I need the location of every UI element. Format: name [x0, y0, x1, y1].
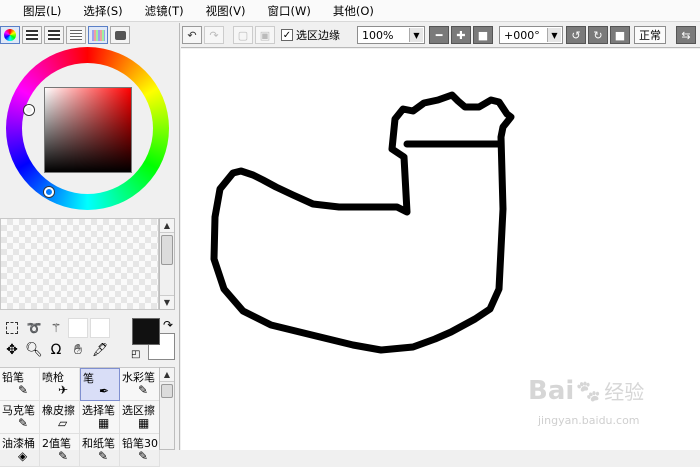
scroll-down-icon[interactable]: ▼ — [160, 295, 174, 309]
scroll-up-icon[interactable]: ▲ — [160, 219, 174, 233]
palette-tab[interactable] — [110, 26, 130, 44]
scroll-up-icon[interactable]: ▲ — [160, 368, 174, 382]
menu-layer[interactable]: 图层(L) — [23, 3, 61, 19]
color-wheel[interactable] — [6, 47, 169, 210]
scratch-scrollbar[interactable]: ▲ ▼ — [159, 218, 175, 310]
blend-mode-button[interactable]: 正常 — [634, 26, 666, 44]
baidu-watermark: Bai🐾︎ 经验 jingyan.baidu.com — [528, 372, 693, 432]
rgb-sliders-tab[interactable] — [22, 26, 42, 44]
brush-item[interactable]: 和纸笔 ✎ — [80, 434, 120, 467]
brush-icon: ◈ — [18, 449, 28, 463]
brush-item[interactable]: 铅笔 ✎ — [0, 368, 40, 401]
marquee-icon[interactable] — [2, 318, 22, 338]
color-panel-tabs — [0, 26, 130, 48]
swap-colors-icon[interactable]: ↷ — [163, 318, 173, 332]
eyedropper-icon[interactable]: 🖋︎ — [90, 340, 110, 360]
rotation-select[interactable]: +000° ▼ — [499, 26, 563, 44]
hand-icon[interactable]: ✋︎ — [68, 340, 88, 360]
swatches-icon — [91, 29, 105, 41]
color-wheel-tab[interactable] — [0, 26, 20, 44]
invert-selection-button[interactable]: ▣ — [255, 26, 275, 44]
scroll-thumb[interactable] — [161, 235, 173, 265]
chevron-down-icon: ▼ — [409, 28, 423, 42]
brush-item[interactable]: 2值笔 ✎ — [40, 434, 80, 467]
rgb-sliders-icon — [26, 30, 38, 40]
rotate-icon[interactable]: Ω — [46, 340, 66, 360]
swatches-tab[interactable] — [88, 26, 108, 44]
watermark-url: jingyan.baidu.com — [538, 414, 640, 427]
brush-icon: ✎ — [138, 383, 149, 397]
brush-item[interactable]: 橡皮擦 ▱ — [40, 401, 80, 434]
foreground-color[interactable] — [132, 318, 160, 345]
zoom-icon[interactable]: 🔍︎ — [24, 340, 44, 360]
brush-item[interactable]: 选区擦 ▦ — [120, 401, 160, 434]
brush-item[interactable]: 笔 ✒ — [80, 368, 120, 401]
menu-other[interactable]: 其他(O) — [333, 3, 374, 19]
canvas-toolbar: ↶ ↷ ▢ ▣ ✓ 选区边缘 100% ▼ ━ ✚ ■ +000° ▼ ↺ ↻ … — [181, 23, 700, 48]
brush-scrollbar[interactable]: ▲ — [159, 367, 175, 450]
brush-item[interactable]: 喷枪 ✈ — [40, 368, 80, 401]
baidu-logo: Bai🐾︎ 经验 — [528, 376, 645, 406]
lasso-icon[interactable]: ➰ — [24, 318, 44, 338]
color-wheel-icon — [4, 29, 16, 41]
brush-item[interactable]: 水彩笔 ✎ — [120, 368, 160, 401]
selection-edge-checkbox[interactable]: ✓ — [281, 29, 293, 41]
scratch-tab[interactable] — [66, 26, 86, 44]
move-icon[interactable]: ✥ — [2, 340, 22, 360]
zoom-reset-button[interactable]: ■ — [473, 26, 493, 44]
brush-tool-list: 铅笔 ✎ 喷枪 ✈ 笔 ✒ 水彩笔 ✎ 马克笔 ✎ 橡皮擦 ▱ 选择笔 ▦ 选区擦 ▦ 油漆桶 ◈ 2值笔 ✎ 和纸笔 ✎… — [0, 367, 160, 467]
scratch-pad[interactable] — [0, 218, 159, 310]
brush-icon: ▱ — [58, 416, 68, 430]
brush-icon: ✎ — [18, 383, 29, 397]
selection-edge-label: 选区边缘 — [296, 29, 340, 42]
menu-view[interactable]: 视图(V) — [206, 3, 246, 19]
brush-label: 笔 — [83, 372, 94, 385]
brush-icon: ✎ — [58, 449, 69, 463]
menu-bar: 图层(L) 选择(S) 滤镜(T) 视图(V) 窗口(W) 其他(O) — [0, 0, 700, 22]
menu-select[interactable]: 选择(S) — [83, 3, 122, 19]
brush-item[interactable]: 铅笔30 ✎ — [120, 434, 160, 467]
brush-item[interactable]: 油漆桶 ◈ — [0, 434, 40, 467]
brush-item[interactable]: 马克笔 ✎ — [0, 401, 40, 434]
drawn-stroke — [210, 91, 515, 354]
zoom-in-button[interactable]: ✚ — [451, 26, 471, 44]
zoom-out-button[interactable]: ━ — [429, 26, 449, 44]
chevron-down-icon: ▼ — [547, 28, 561, 42]
scroll-thumb[interactable] — [161, 384, 173, 398]
menu-filter[interactable]: 滤镜(T) — [145, 3, 184, 19]
sv-marker[interactable] — [44, 187, 54, 197]
palette-icon — [114, 30, 126, 40]
paw-icon: 🐾︎ — [574, 380, 603, 405]
hsv-sliders-icon — [48, 30, 60, 40]
scratch-icon — [70, 30, 82, 40]
magic-wand-icon[interactable]: ⚚ — [46, 318, 66, 338]
left-panel: ▲ ▼ ➰ ⚚ ✥ 🔍︎ Ω ✋︎ 🖋︎ ↷ ◰ 铅笔 ✎ 喷枪 ✈ 笔 ✒ 水彩笔 ✎ 马克笔… — [0, 23, 180, 467]
brush-item[interactable]: 选择笔 ▦ — [80, 401, 120, 434]
brush-icon: ✒ — [99, 384, 110, 398]
brush-icon: ✈ — [58, 383, 69, 397]
deselect-button[interactable]: ▢ — [233, 26, 253, 44]
redo-button[interactable]: ↷ — [204, 26, 224, 44]
brush-icon: ▦ — [98, 416, 110, 430]
hsv-sliders-tab[interactable] — [44, 26, 64, 44]
reset-colors-icon[interactable]: ◰ — [131, 349, 140, 360]
rotate-reset-button[interactable]: ■ — [610, 26, 630, 44]
zoom-select[interactable]: 100% ▼ — [357, 26, 425, 44]
brush-icon: ✎ — [18, 416, 29, 430]
brush-icon: ✎ — [98, 449, 109, 463]
undo-button[interactable]: ↶ — [182, 26, 202, 44]
menu-window[interactable]: 窗口(W) — [268, 3, 311, 19]
brush-icon: ▦ — [138, 416, 150, 430]
flip-horizontal-button[interactable]: ⇆ — [676, 26, 696, 44]
brush-icon: ✎ — [138, 449, 149, 463]
saturation-value-box[interactable] — [44, 87, 132, 173]
rotate-right-button[interactable]: ↻ — [588, 26, 608, 44]
selection-edge-toggle[interactable]: ✓ 选区边缘 — [281, 26, 340, 44]
tool-grid: ➰ ⚚ ✥ 🔍︎ Ω ✋︎ 🖋︎ — [2, 318, 122, 364]
rotate-left-button[interactable]: ↺ — [566, 26, 586, 44]
hue-marker[interactable] — [24, 105, 34, 115]
